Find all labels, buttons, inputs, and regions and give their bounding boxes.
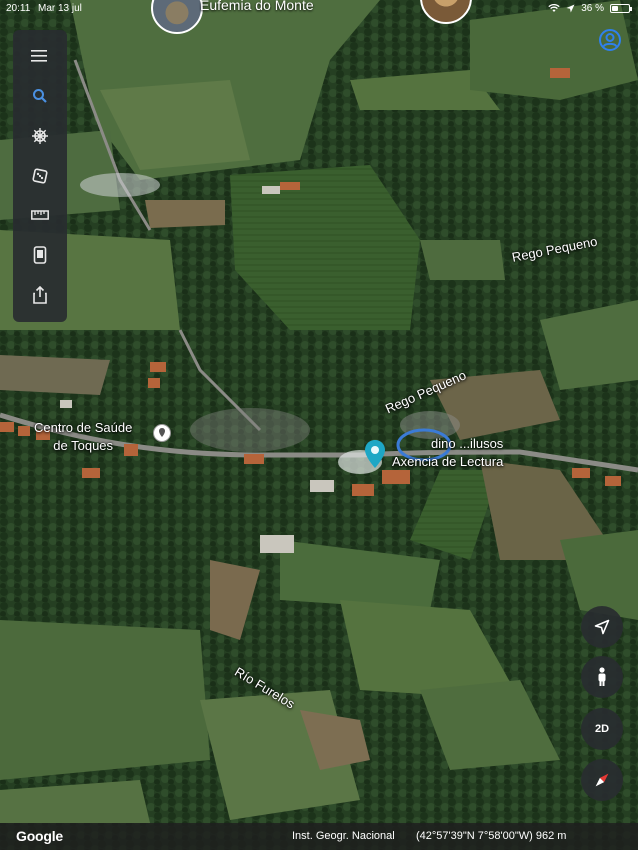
account-icon [599, 29, 621, 51]
status-date: Mar 13 jul [38, 3, 82, 14]
dice-icon [32, 168, 48, 184]
view-mode-toggle[interactable]: 2D [581, 708, 623, 750]
google-logo: Google [16, 828, 64, 844]
street-view-button[interactable] [581, 656, 623, 698]
label-library-line2: Axencia de Lectura [392, 454, 504, 469]
projects-button[interactable] [13, 236, 67, 274]
location-arrow-icon [566, 4, 575, 13]
measure-button[interactable] [13, 196, 67, 234]
feeling-lucky-button[interactable] [13, 157, 67, 195]
share-icon [33, 286, 47, 304]
voyager-button[interactable] [13, 117, 67, 155]
label-centro-line2: de Toques [53, 438, 114, 453]
menu-button[interactable] [13, 37, 67, 75]
status-time: 20:11 [6, 3, 31, 14]
status-bar: 20:11 Mar 13 jul 36 % [0, 0, 638, 18]
hamburger-icon [31, 50, 47, 62]
location-arrow-icon [594, 619, 610, 635]
pin-icon [159, 428, 165, 437]
pegman-icon [598, 667, 606, 686]
status-right: 36 % [548, 3, 632, 14]
compass-icon [595, 773, 609, 787]
helm-icon [32, 128, 48, 144]
battery-icon [610, 4, 632, 13]
battery-fill [612, 6, 618, 11]
label-library[interactable]: dino ...ilusos Axencia de Lectura [392, 435, 503, 471]
search-icon [33, 89, 47, 103]
label-centro-line1: Centro de Saúde [34, 420, 133, 435]
battery-percent: 36 % [581, 3, 604, 14]
place-title[interactable]: Eufemia do Monte [200, 0, 314, 13]
health-center-pin[interactable] [153, 424, 171, 442]
account-button[interactable] [599, 29, 621, 51]
coordinates-readout: (42°57'39"N 7°58'00"W) 962 m [416, 830, 567, 842]
bottom-attribution-bar: Google Inst. Geogr. Nacional (42°57'39"N… [0, 823, 638, 850]
share-button[interactable] [13, 276, 67, 314]
map-pin-icon [365, 440, 385, 468]
imagery-attribution: Inst. Geogr. Nacional [292, 830, 395, 842]
search-button[interactable] [13, 77, 67, 115]
ruler-icon [31, 210, 49, 220]
phone-icon [33, 246, 47, 264]
satellite-map[interactable]: Centro de Saúde de Toques dino ...ilusos… [0, 0, 638, 850]
view-mode-label: 2D [594, 723, 610, 735]
place-pin[interactable] [365, 440, 385, 468]
wifi-icon [548, 4, 560, 12]
my-location-button[interactable] [581, 606, 623, 648]
left-toolbar [13, 30, 67, 322]
label-centro-saude[interactable]: Centro de Saúde de Toques [34, 419, 132, 455]
compass-button[interactable] [581, 759, 623, 801]
label-library-line1: dino ...ilusos [431, 436, 504, 451]
